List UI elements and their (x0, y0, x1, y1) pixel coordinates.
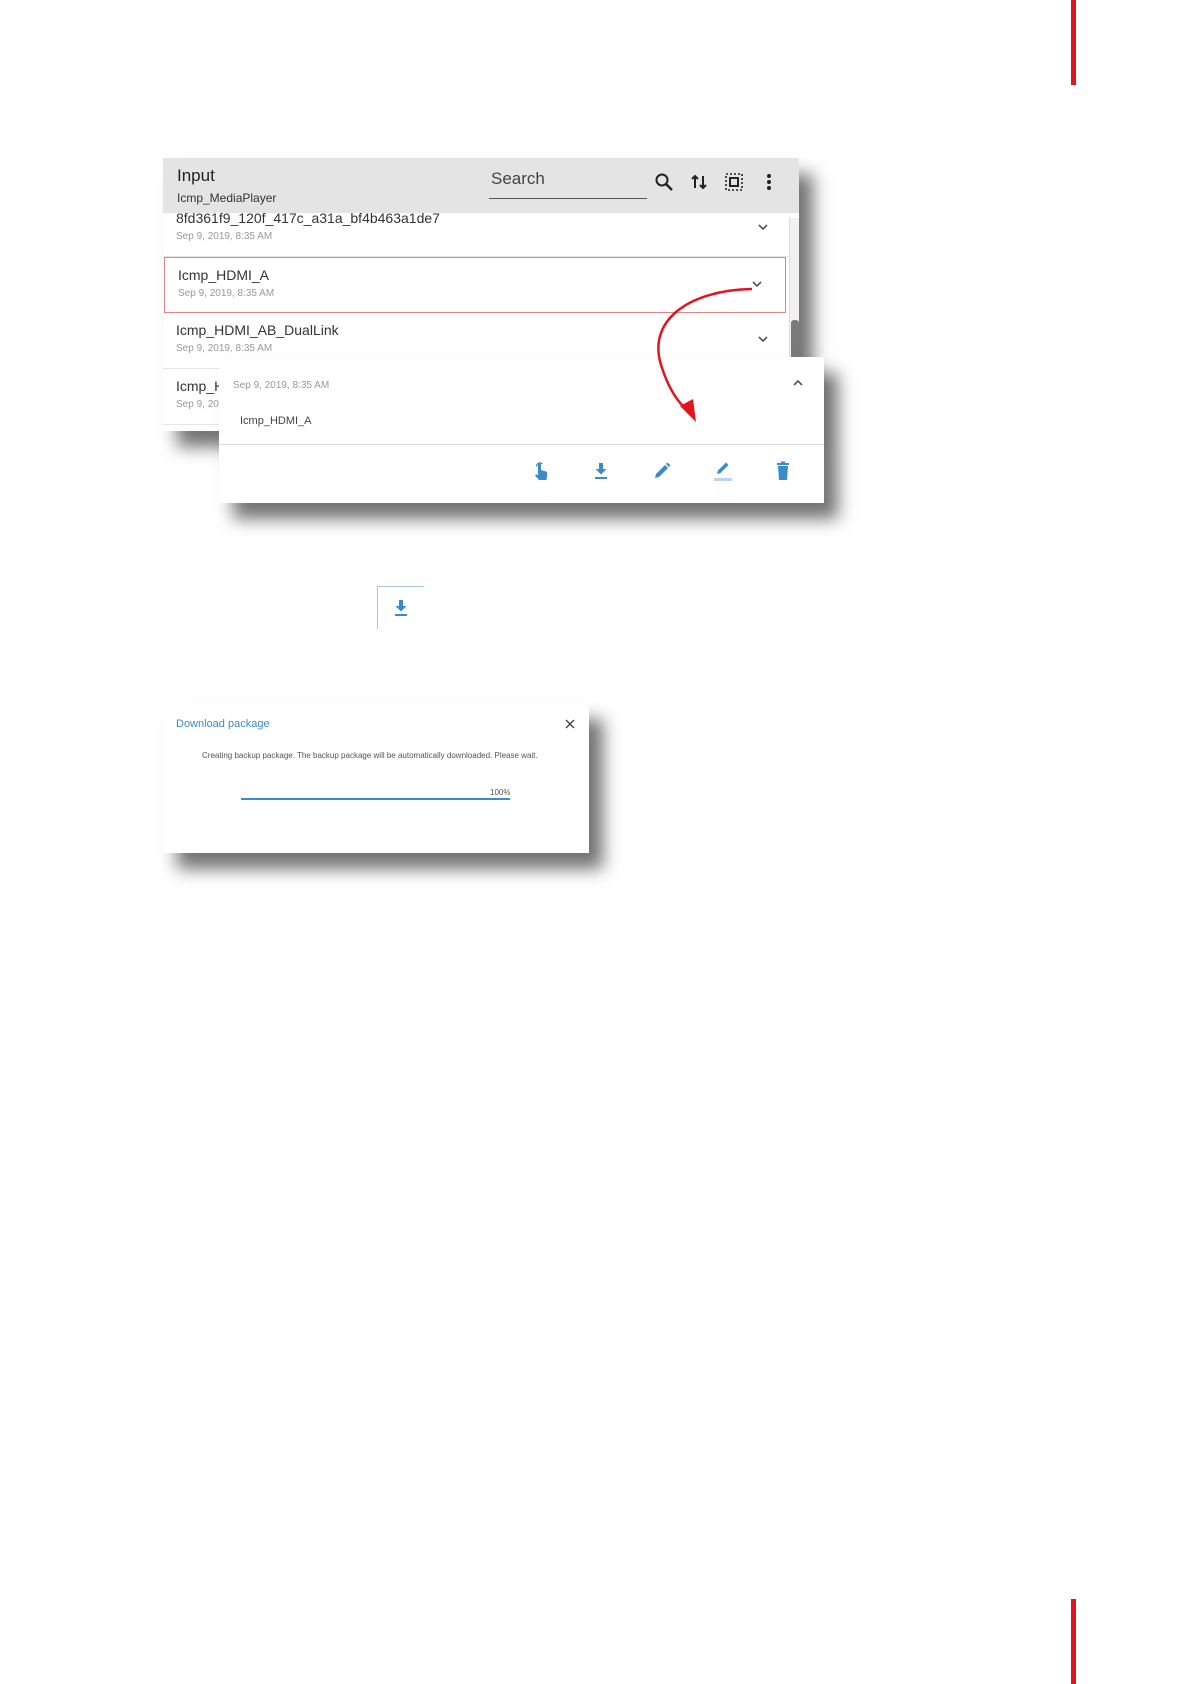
sort-icon[interactable] (687, 170, 711, 194)
progress-bar (241, 798, 510, 800)
expanded-item-card: Sep 9, 2019, 8:35 AM Icmp_HDMI_A (219, 357, 824, 503)
select-all-icon[interactable] (722, 170, 746, 194)
download-icon (395, 600, 407, 616)
item-name: Icmp_HDMI_A (178, 267, 270, 283)
item-date: Sep 9, 2019, 8:35 AM (176, 343, 273, 354)
item-date: Sep 9, 2019, 8:35 AM (178, 288, 275, 299)
divider (219, 444, 824, 445)
list-item-selected[interactable]: Icmp_HDMI_A Sep 9, 2019, 8:35 AM (164, 257, 786, 313)
chevron-down-icon[interactable] (755, 331, 771, 347)
item-name: Icmp_H (176, 378, 225, 394)
chevron-up-icon[interactable] (790, 375, 806, 391)
brand-bar-bottom (1071, 1599, 1076, 1684)
chevron-down-icon[interactable] (749, 276, 765, 292)
item-name: Icmp_HDMI_A (240, 415, 312, 427)
item-name: Icmp_HDMI_AB_DualLink (176, 322, 339, 338)
search-field (489, 164, 647, 199)
search-input[interactable] (489, 164, 643, 194)
item-date: Sep 9, 2019, 8:35 AM (233, 380, 330, 391)
item-date: Sep 9, 20 (176, 399, 219, 410)
item-date: Sep 9, 2019, 8:35 AM (176, 231, 273, 242)
dialog-title: Download package (176, 718, 270, 730)
delete-icon[interactable] (771, 459, 795, 483)
list-item[interactable]: 8fd361f9_120f_417c_a31a_bf4b463a1de7 Sep… (163, 201, 791, 257)
download-package-dialog: Download package Creating backup package… (163, 703, 589, 853)
download-icon[interactable] (589, 459, 613, 483)
touch-icon[interactable] (529, 459, 553, 483)
edit-icon[interactable] (650, 459, 674, 483)
dialog-message: Creating backup package. The backup pack… (202, 751, 538, 760)
progress-label: 100% (490, 788, 511, 797)
more-vert-icon[interactable] (757, 170, 781, 194)
brand-bar-top (1071, 0, 1076, 85)
chevron-down-icon[interactable] (755, 219, 771, 235)
item-name: 8fd361f9_120f_417c_a31a_bf4b463a1de7 (176, 210, 440, 226)
panel-title: Input (177, 166, 215, 185)
rename-icon[interactable] (711, 459, 735, 483)
close-icon[interactable] (563, 717, 577, 731)
download-button[interactable] (377, 586, 424, 629)
search-icon[interactable] (652, 170, 676, 194)
progress-fill (241, 798, 510, 800)
